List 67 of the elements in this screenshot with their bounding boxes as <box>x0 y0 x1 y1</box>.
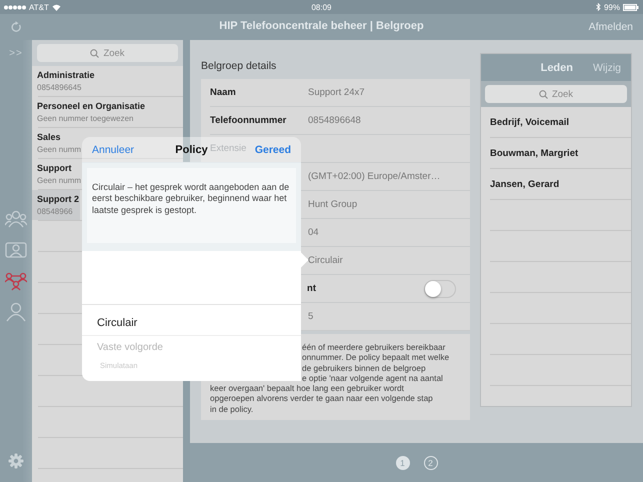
expand-toggle[interactable]: >> <box>9 48 23 59</box>
picker-option[interactable]: Circulair <box>82 310 301 336</box>
search-icon <box>90 48 100 58</box>
members-title: Leden <box>540 62 573 74</box>
description-line: e optie 'naar volgende agent na aantal <box>301 372 444 384</box>
group-name: Support <box>37 163 72 173</box>
settings-icon[interactable] <box>8 453 24 469</box>
field-label: Naam <box>210 87 236 98</box>
policy-description: Circulair – het gesprek wordt aangeboden aan de eerst beschikbare gebruiker, beginnend waar het laatste gesprek is gestopt. <box>87 168 296 243</box>
group-number: 0854896645 <box>37 83 82 92</box>
member-name[interactable]: Bouwman, Margriet <box>490 138 631 169</box>
group-list-item[interactable]: Administratie 0854896645 <box>32 66 96 96</box>
contact-card-icon[interactable] <box>5 240 27 260</box>
field-value: (GMT+02:00) Europe/Amster… <box>308 171 440 182</box>
page-title: HIP Telefooncentrale beheer | Belgroep <box>219 20 424 32</box>
group-number: Geen nummer toegewezen <box>37 114 134 123</box>
description-line: één of meerdere gebruikers bereikbaar <box>301 342 446 352</box>
field-value: Support 24x7 <box>308 87 365 98</box>
wifi-icon <box>52 4 61 10</box>
member-name[interactable]: Jansen, Gerard <box>490 169 631 200</box>
cancel-button[interactable]: Annuleer <box>92 144 134 156</box>
field-value: 5 <box>308 311 314 322</box>
group-list-item[interactable]: Support Geen numm <box>32 159 82 189</box>
signal-icon <box>4 4 26 10</box>
description-line: onnummer. De policy bepaalt met welke <box>301 352 450 363</box>
done-button[interactable]: Gereed <box>254 144 291 156</box>
battery-text: 99% <box>604 2 620 12</box>
carrier-text: AT&T <box>29 2 49 12</box>
field-value: Hunt Group <box>308 199 358 210</box>
picker-option[interactable]: Vaste volgorde <box>97 336 301 358</box>
logout-link[interactable]: Afmelden <box>588 21 633 33</box>
bluetooth-icon <box>596 3 601 11</box>
field-value: 0854896648 <box>308 115 361 126</box>
page-button[interactable]: 1 <box>396 456 410 470</box>
edit-button[interactable]: Wijzig <box>593 62 621 74</box>
page-button[interactable]: 2 <box>424 456 438 470</box>
people-group-icon[interactable] <box>5 209 27 229</box>
member-name[interactable]: Bedrijf, Voicemail <box>490 107 631 138</box>
description-line: opgeroepen alvorens verder te gaan naar een volgende stap <box>210 393 434 404</box>
description-line: keer overgaan' bepaalt hoe lang een gebruiker wordt <box>210 383 405 394</box>
field-label: Telefoonnummer <box>210 115 286 126</box>
toggle-switch[interactable] <box>424 280 456 298</box>
group-name: Administratie <box>37 70 95 80</box>
group-number: 08548966 <box>37 207 73 216</box>
clock-text: 08:09 <box>311 2 332 12</box>
group-list-item[interactable]: Support 2 08548966 <box>32 190 80 220</box>
field-label: nt <box>307 283 316 294</box>
search-field[interactable]: Zoek <box>485 85 627 103</box>
group-name: Support 2 <box>37 194 79 204</box>
battery-icon <box>623 4 639 10</box>
group-name: Sales <box>37 132 61 142</box>
person-icon[interactable] <box>5 302 27 322</box>
field-value: 04 <box>308 227 319 238</box>
group-list-item[interactable]: Sales Geen numm <box>32 128 82 158</box>
group-list-item[interactable]: Personeel en Organisatie Geen nummer toegewezen <box>32 97 146 127</box>
search-field[interactable]: Zoek <box>37 44 178 62</box>
description-line: de gebruikers binnen de belgroep <box>301 362 427 373</box>
popover-title: Policy <box>175 144 208 156</box>
description-line: in de policy. <box>210 404 254 414</box>
group-number: Geen numm <box>37 145 82 154</box>
group-name: Personeel en Organisatie <box>37 101 146 111</box>
refresh-icon[interactable] <box>11 21 22 33</box>
section-title: Belgroep details <box>201 59 278 74</box>
search-icon <box>538 90 548 98</box>
group-number: Geen numm <box>37 176 82 185</box>
people-network-icon[interactable] <box>5 271 27 291</box>
field-value: Circulair <box>308 255 343 266</box>
